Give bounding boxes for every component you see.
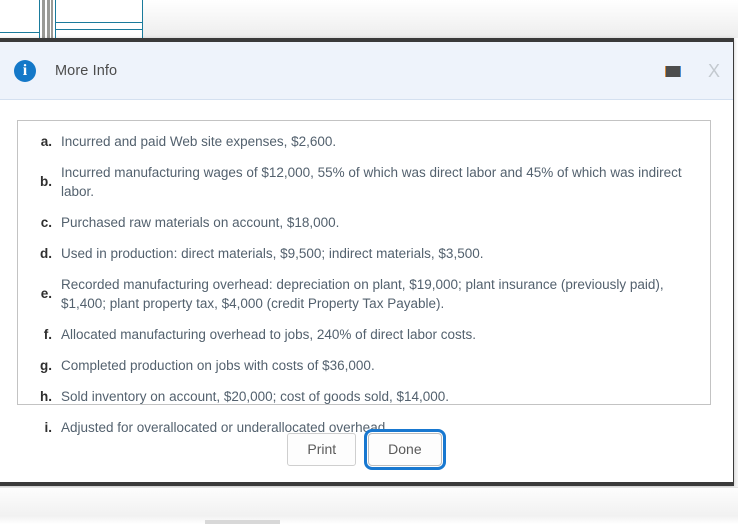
list-item: h. Sold inventory on account, $20,000; c… [28, 387, 698, 406]
list-item-text: Recorded manufacturing overhead: depreci… [61, 277, 664, 311]
dialog-header: i More Info X [0, 42, 733, 100]
list-item-text: Purchased raw materials on account, $18,… [61, 215, 340, 230]
list-item: f. Allocated manufacturing overhead to j… [28, 325, 698, 344]
close-icon[interactable]: X [705, 61, 723, 81]
dialog-footer: Print Done [0, 429, 733, 470]
minimize-icon[interactable] [664, 65, 683, 77]
list-item: c. Purchased raw materials on account, $… [28, 213, 698, 232]
list-item: e. Recorded manufacturing overhead: depr… [28, 275, 698, 313]
window-controls: X [664, 42, 723, 100]
worksheet-divider [48, 0, 50, 38]
list-item-text: Incurred manufacturing wages of $12,000,… [61, 165, 682, 199]
more-info-dialog: i More Info X a. Incurred and paid Web s… [0, 38, 734, 486]
list-item: d. Used in production: direct materials,… [28, 244, 698, 263]
list-item-marker: h. [40, 388, 52, 404]
list-item-marker: d. [40, 245, 52, 261]
print-button[interactable]: Print [287, 433, 357, 466]
list-item-marker: a. [40, 133, 52, 149]
info-circle-icon: i [14, 59, 36, 82]
dialog-title: More Info [55, 62, 118, 79]
list-item-text: Allocated manufacturing overhead to jobs… [61, 327, 476, 342]
list-item-text: Used in production: direct materials, $9… [61, 246, 484, 261]
page-bottom-tab [205, 520, 280, 524]
page-root: i More Info X a. Incurred and paid Web s… [0, 0, 738, 524]
list-item-text: Completed production on jobs with costs … [61, 358, 375, 373]
done-button[interactable]: Done [364, 429, 446, 470]
worksheet-divider [52, 0, 53, 38]
list-item-marker: f. [43, 326, 52, 342]
transaction-list: a. Incurred and paid Web site expenses, … [28, 132, 698, 437]
worksheet-divider [43, 0, 45, 38]
page-bottom-strip [0, 487, 738, 524]
list-item-marker: b. [40, 174, 52, 189]
list-item-text: Incurred and paid Web site expenses, $2,… [61, 134, 337, 149]
background-worksheet-overlay [0, 0, 738, 40]
list-item: g. Completed production on jobs with cos… [28, 356, 698, 375]
worksheet-cell [55, 0, 143, 23]
minimize-icon-bar [665, 65, 681, 77]
list-item: a. Incurred and paid Web site expenses, … [28, 132, 698, 151]
list-item-marker: c. [40, 214, 52, 230]
worksheet-cell [0, 0, 40, 36]
list-item: b. Incurred manufacturing wages of $12,0… [28, 163, 698, 201]
list-item-marker: g. [40, 357, 52, 373]
info-content-box: a. Incurred and paid Web site expenses, … [17, 120, 711, 435]
dialog-body: a. Incurred and paid Web site expenses, … [0, 100, 733, 435]
list-item-text: Sold inventory on account, $20,000; cost… [61, 389, 450, 404]
list-item-marker: e. [40, 286, 52, 301]
